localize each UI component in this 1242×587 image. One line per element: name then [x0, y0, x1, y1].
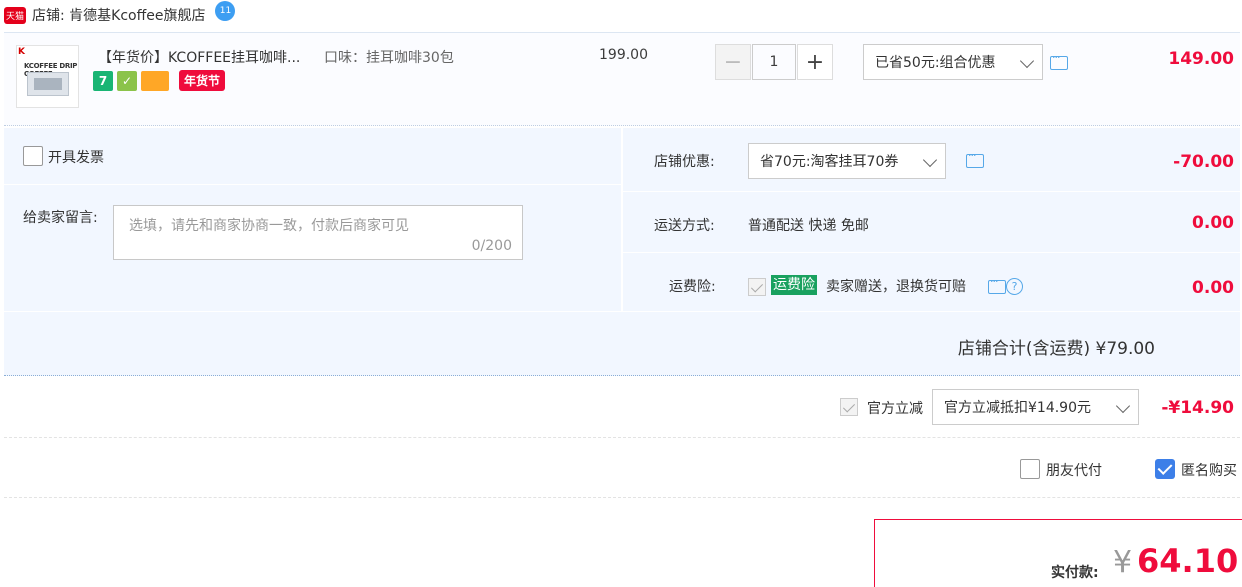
item-discount-value: 已省50元:组合优惠: [875, 55, 996, 71]
chat-icon[interactable]: [988, 275, 1006, 294]
product-title-link[interactable]: 【年货价】KCOFFEE挂耳咖啡...: [98, 47, 300, 67]
message-placeholder: 选填，请先和商家协商一致，付款后商家可见: [129, 218, 409, 234]
chat-icon[interactable]: [1050, 51, 1068, 70]
insurance-fee: 0.00: [1192, 278, 1234, 298]
shop-coupon-value-text: 省70元:淘客挂耳70券: [760, 154, 899, 170]
shield-guarantee-icon[interactable]: ✓: [117, 70, 137, 91]
quantity-stepper: − 1 +: [715, 44, 833, 80]
credit-card-icon[interactable]: [141, 70, 169, 91]
anonymous-checkbox[interactable]: [1155, 459, 1175, 479]
official-discount-label: 官方立减: [867, 401, 923, 417]
message-label: 给卖家留言:: [23, 210, 98, 226]
thumbnail-product-box: [27, 72, 69, 96]
chevron-down-icon: [1115, 398, 1131, 414]
official-discount-amount: -¥14.90: [1161, 398, 1234, 418]
shop-header: 天猫 店铺: 肯德基Kcoffee旗舰店 11: [0, 0, 1242, 30]
invoice-row: 开具发票: [4, 128, 621, 185]
shop-name-link[interactable]: 店铺: 肯德基Kcoffee旗舰店: [32, 5, 205, 25]
order-item-row: K KCOFFEE DRIP COFFEE 【年货价】KCOFFEE挂耳咖啡..…: [4, 32, 1240, 126]
unit-price: 199.00: [599, 47, 648, 63]
invoice-label: 开具发票: [48, 150, 104, 166]
quantity-increase-button[interactable]: +: [797, 44, 833, 80]
pay-amount: 64.10: [1137, 542, 1239, 580]
insurance-label: 运费险:: [669, 279, 716, 295]
thumbnail-logo: K: [18, 47, 25, 57]
order-options-panel: 开具发票 给卖家留言: 选填，请先和商家协商一致，付款后商家可见 0/200: [4, 128, 621, 311]
tmall-logo-icon: 天猫: [4, 6, 26, 24]
payment-options-row: 朋友代付 匿名购买: [4, 440, 1240, 498]
payment-summary-box: 实付款: ¥ 64.10: [874, 519, 1242, 587]
shipping-row: 运送方式: 普通配送 快递 免邮 0.00: [623, 193, 1240, 253]
promotion-panel: 店铺优惠: 省70元:淘客挂耳70券 -70.00 运送方式: 普通配送 快递 …: [623, 128, 1240, 311]
chevron-down-icon: [922, 152, 938, 168]
pay-label: 实付款:: [1051, 565, 1099, 581]
item-subtotal: 149.00: [1168, 49, 1234, 69]
friend-pay-label: 朋友代付: [1046, 463, 1102, 479]
insurance-row: 运费险: 运费险 卖家赠送，退换货可赔 ? 0.00: [623, 254, 1240, 311]
shop-total: 店铺合计(含运费) ¥79.00: [957, 339, 1155, 359]
pay-currency: ¥: [1113, 545, 1133, 580]
insurance-description: 卖家赠送，退换货可赔: [826, 279, 966, 295]
official-discount-select[interactable]: 官方立减抵扣¥14.90元: [932, 389, 1139, 425]
shipping-label: 运送方式:: [654, 218, 715, 234]
service-badges: 7 ✓ 年货节: [93, 70, 226, 91]
message-char-count: 0/200: [471, 238, 512, 254]
official-discount-value-text: 官方立减抵扣¥14.90元: [944, 400, 1091, 416]
invoice-checkbox[interactable]: [23, 146, 43, 166]
shipping-fee: 0.00: [1192, 213, 1234, 233]
shop-total-row: 店铺合计(含运费) ¥79.00: [4, 312, 1240, 376]
shop-coupon-row: 店铺优惠: 省70元:淘客挂耳70券 -70.00: [623, 128, 1240, 192]
official-discount-checkbox[interactable]: [840, 398, 858, 416]
official-discount-row: 官方立减 官方立减抵扣¥14.90元 -¥14.90: [4, 378, 1240, 438]
chevron-down-icon: [1019, 53, 1035, 69]
festival-badge: 年货节: [179, 70, 226, 91]
product-sku: 口味：挂耳咖啡30包: [324, 50, 454, 66]
friend-pay-checkbox[interactable]: [1020, 459, 1040, 479]
seller-message-textarea[interactable]: 选填，请先和商家协商一致，付款后商家可见 0/200: [113, 205, 523, 260]
anonymous-label: 匿名购买: [1181, 463, 1237, 479]
help-question-icon[interactable]: ?: [1006, 278, 1023, 295]
product-thumbnail[interactable]: K KCOFFEE DRIP COFFEE: [16, 45, 79, 108]
quantity-decrease-button[interactable]: −: [715, 44, 751, 80]
shop-coupon-label: 店铺优惠:: [654, 154, 715, 170]
chat-icon[interactable]: [966, 149, 984, 168]
shop-coupon-amount: -70.00: [1173, 152, 1234, 172]
insurance-checkbox[interactable]: [748, 278, 766, 296]
shop-coupon-select[interactable]: 省70元:淘客挂耳70券: [748, 143, 946, 179]
insurance-tag: 运费险: [771, 275, 817, 295]
item-discount-select[interactable]: 已省50元:组合优惠: [863, 44, 1043, 80]
seven-day-return-icon[interactable]: 7: [93, 70, 113, 91]
quantity-input[interactable]: 1: [752, 44, 796, 80]
wangwang-chat-icon[interactable]: 11: [215, 1, 236, 21]
shipping-method: 普通配送 快递 免邮: [748, 218, 869, 234]
